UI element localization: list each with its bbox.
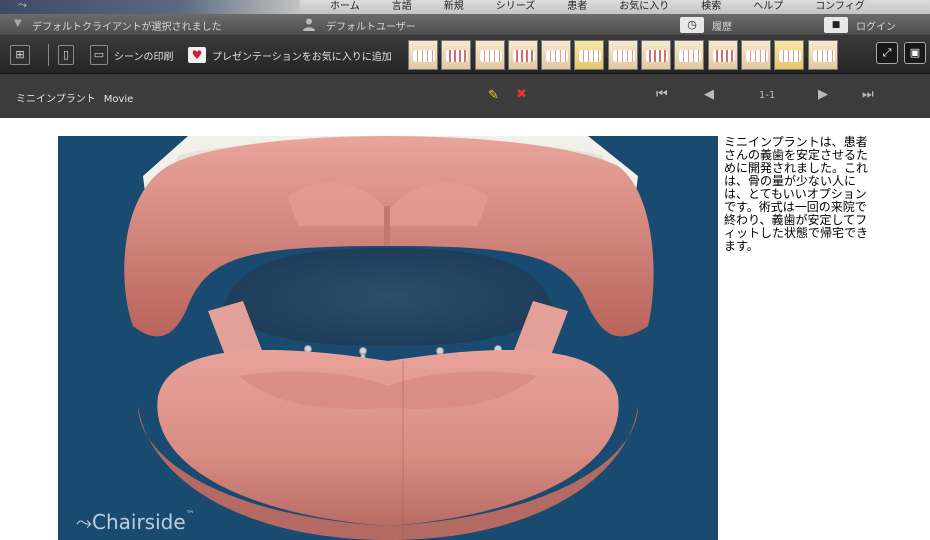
login-link[interactable]: ログイン <box>856 18 896 33</box>
menu-favorites[interactable]: お気に入り <box>619 0 669 12</box>
thumbnail-9[interactable] <box>674 40 705 70</box>
thumbnail-5[interactable] <box>541 40 572 70</box>
status-bar: ▼ デフォルトクライアントが選択されました デフォルトユーザー ◷ 履歴 ■ ロ… <box>0 14 930 36</box>
thumbnail-1[interactable] <box>408 40 438 70</box>
heart-icon[interactable]: ♥ <box>188 47 206 63</box>
layout-grid-icon[interactable]: ⊞ <box>10 45 30 65</box>
logo-area: ⤳ <box>0 0 300 14</box>
presentation-thumbnails <box>408 40 841 70</box>
edit-pencil-icon[interactable]: ✎ <box>488 88 499 103</box>
trademark: ™ <box>185 510 195 520</box>
previous-page-icon[interactable]: ◀ <box>704 87 714 102</box>
thumbnail-7[interactable] <box>607 40 638 70</box>
print-scene-button[interactable]: シーンの印刷 <box>114 48 174 63</box>
thumbnail-6[interactable] <box>574 40 605 70</box>
presentation-title-bar: ミニインプラント Movie ✎ ✖ ⏮ ◀ 1-1 ▶ ⏭ <box>0 74 930 118</box>
pin-icon: ▼ <box>14 18 22 29</box>
thumbnail-12[interactable] <box>774 40 805 70</box>
toolbar: ⊞ ▯ ▭ シーンの印刷 ♥ プレゼンテーションをお気に入りに追加 ⤢ ▣ <box>0 36 930 74</box>
toolbar-divider <box>48 44 49 66</box>
lock-icon[interactable]: ■ <box>824 17 848 33</box>
last-page-icon[interactable]: ⏭ <box>862 87 874 102</box>
video-camera-icon[interactable]: ▣ <box>904 42 926 64</box>
thumbnail-2[interactable] <box>441 40 472 70</box>
client-status: デフォルトクライアントが選択されました <box>32 22 222 33</box>
app-logo-icon: ⤳ <box>18 0 27 11</box>
slide-icon[interactable]: ▯ <box>58 45 74 65</box>
top-nav-bar: ⤳ ホーム 言語 新規 シリーズ 患者 お気に入り 検索 ヘルプ コンフィグ <box>0 0 930 14</box>
menu-patient[interactable]: 患者 <box>567 0 587 12</box>
menu-search[interactable]: 検索 <box>701 0 721 12</box>
description-text: ミニインプラントは、患者さんの義歯を安定させるために開発されました。これは、骨の… <box>724 135 869 253</box>
menu-new[interactable]: 新規 <box>444 0 464 12</box>
menu-config[interactable]: コンフィグ <box>815 0 865 12</box>
menu-language[interactable]: 言語 <box>392 0 412 12</box>
user-name[interactable]: デフォルトユーザー <box>326 18 416 33</box>
thumbnail-10[interactable] <box>707 40 738 70</box>
thumbnail-4[interactable] <box>507 40 538 70</box>
first-page-icon[interactable]: ⏮ <box>656 87 668 102</box>
page-indicator: 1-1 <box>759 90 776 101</box>
delete-x-icon[interactable]: ✖ <box>516 87 527 102</box>
thumbnail-3[interactable] <box>474 40 505 70</box>
user-icon <box>302 17 316 31</box>
print-icon[interactable]: ▭ <box>90 45 108 65</box>
chairside-watermark: ⤳Chairside™ <box>76 510 195 534</box>
history-link[interactable]: 履歴 <box>712 18 732 33</box>
fullscreen-icon[interactable]: ⤢ <box>876 42 898 64</box>
main-menu: ホーム 言語 新規 シリーズ 患者 お気に入り 検索 ヘルプ コンフィグ <box>330 0 897 12</box>
thumbnail-11[interactable] <box>740 40 771 70</box>
presentation-title: ミニインプラント Movie <box>16 90 133 105</box>
video-player[interactable] <box>58 136 718 540</box>
thumbnail-13[interactable] <box>807 40 838 70</box>
presentation-name: ミニインプラント <box>16 94 96 105</box>
watermark-text: Chairside <box>92 510 186 534</box>
thumbnail-8[interactable] <box>641 40 672 70</box>
denture-illustration <box>124 136 654 540</box>
media-type-label: Movie <box>103 94 134 105</box>
menu-help[interactable]: ヘルプ <box>753 0 783 12</box>
chairside-logo-icon: ⤳ <box>76 510 92 534</box>
history-clock-icon[interactable]: ◷ <box>680 17 704 33</box>
add-to-favorites-button[interactable]: プレゼンテーションをお気に入りに追加 <box>212 48 392 63</box>
menu-home[interactable]: ホーム <box>330 0 360 12</box>
next-page-icon[interactable]: ▶ <box>818 87 828 102</box>
menu-series[interactable]: シリーズ <box>496 0 536 12</box>
